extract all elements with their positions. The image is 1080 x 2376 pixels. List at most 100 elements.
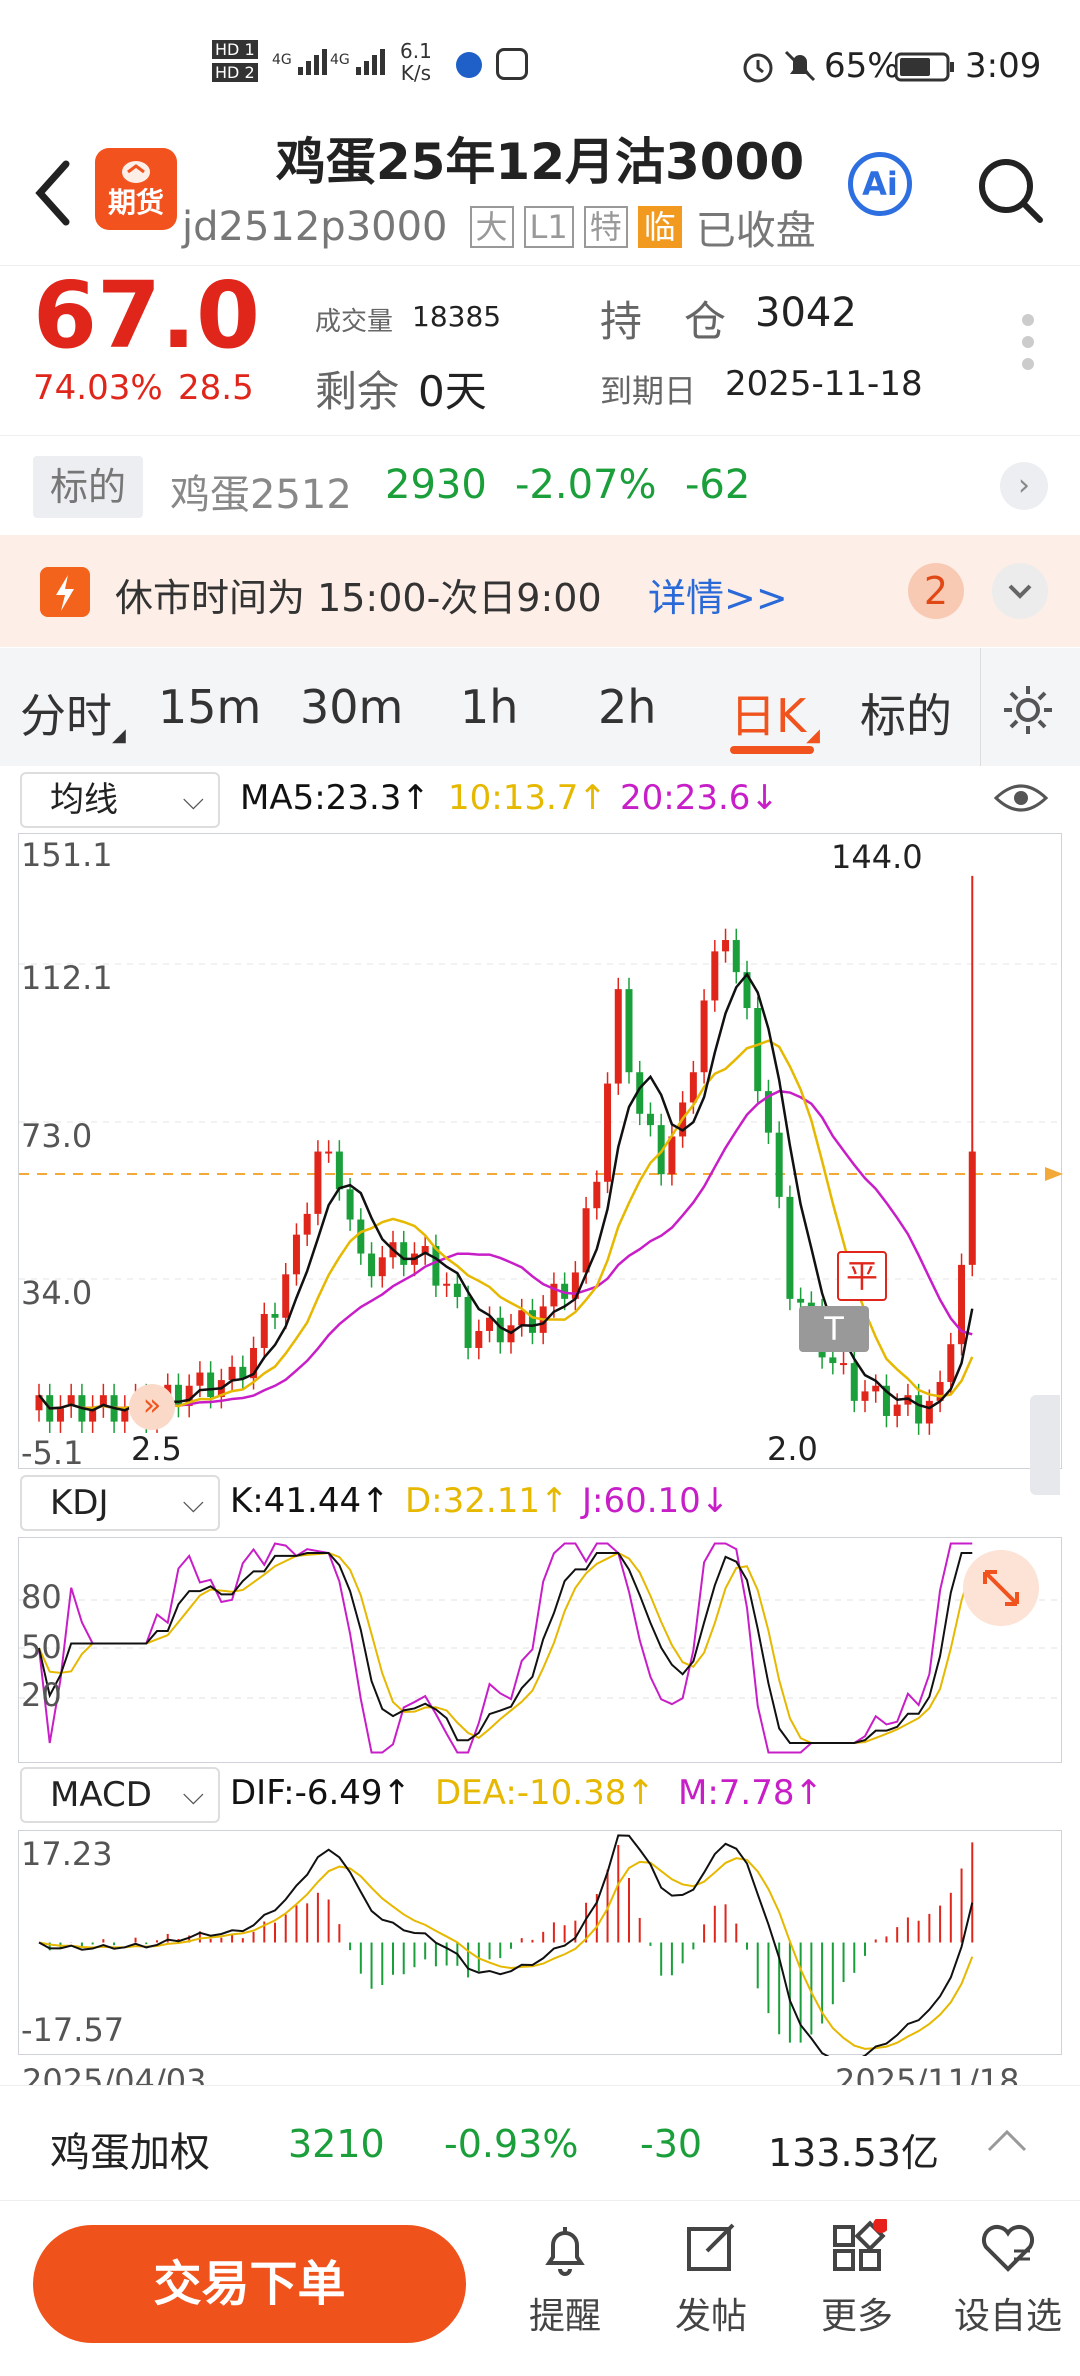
index-name: 鸡蛋加权 (50, 2130, 210, 2176)
notice-count-badge[interactable]: 2 (908, 563, 964, 619)
back-icon[interactable] (30, 158, 74, 228)
notice-text: 休市时间为 15:00-次日9:00 (115, 576, 602, 620)
candle-body (400, 1242, 408, 1265)
candle-body (303, 1213, 311, 1235)
alarm-icon (743, 53, 773, 83)
nav-watchlist[interactable]: 设自选 (948, 2219, 1068, 2339)
weighted-index-bar[interactable]: 鸡蛋加权 3210 -0.93% -30 133.53亿 (0, 2085, 1080, 2200)
tab-daily-k[interactable]: 日K◢ (730, 680, 820, 754)
macd-tick-label: 17.23 (21, 1835, 113, 1873)
candle-body (614, 989, 622, 1084)
gear-icon[interactable] (1000, 682, 1056, 738)
trade-order-button[interactable]: 交易下单 (33, 2225, 466, 2343)
high-price-label: 144.0 (831, 838, 923, 876)
chevron-right-icon[interactable]: › (1000, 462, 1048, 510)
macd-selector[interactable]: MACD ⌵ (20, 1767, 220, 1823)
tab-1h[interactable]: 1h (460, 680, 518, 734)
kdj-k-value: K:41.44↑ (230, 1481, 390, 1521)
nav-post[interactable]: 发帖 (656, 2219, 766, 2339)
kline-chart[interactable] (19, 834, 1063, 1470)
signal-2: 4G (330, 45, 392, 75)
nav-remind[interactable]: 提醒 (510, 2219, 620, 2339)
index-price: 3210 (288, 2122, 385, 2166)
flat-position-marker[interactable]: 平 (837, 1251, 887, 1301)
candle-body (947, 1344, 955, 1382)
double-chevron-icon[interactable]: » (129, 1384, 175, 1430)
ai-assistant-button[interactable]: Ai (848, 152, 912, 216)
candle-body (915, 1395, 923, 1424)
candle-body (464, 1296, 472, 1348)
candle-body (850, 1363, 858, 1401)
chevron-down-icon[interactable] (992, 563, 1048, 619)
ma5-value: MA5:23.3↑ (240, 778, 430, 818)
candle-body (368, 1253, 376, 1277)
y-tick-label: 112.1 (21, 959, 113, 997)
ai-label: Ai (862, 165, 898, 203)
candle-body (378, 1257, 386, 1277)
tab-2h[interactable]: 2h (598, 680, 656, 734)
candle-body (840, 1363, 848, 1366)
tag-level1: L1 (523, 206, 574, 248)
macd-dea-value: DEA:-10.38↑ (435, 1773, 655, 1813)
candle-body (271, 1313, 279, 1318)
kdj-selector[interactable]: KDJ ⌵ (20, 1475, 220, 1531)
kdj-selector-label: KDJ (50, 1483, 109, 1523)
kline-chart-panel[interactable]: 151.1 112.1 73.0 34.0 -5.1 144.0 2.5 2.0… (18, 833, 1063, 1472)
clock: 3:09 (965, 46, 1042, 86)
active-tab-underline (730, 746, 814, 754)
candle-body (797, 1298, 805, 1303)
signal-1: 4G (272, 45, 334, 75)
macd-m-value: M:7.78↑ (678, 1773, 823, 1813)
candle-body (228, 1366, 236, 1381)
kdj-tick-label: 20 (21, 1676, 62, 1714)
ma-selector-label: 均线 (50, 780, 118, 820)
change-amount: 28.5 (178, 368, 254, 408)
macd-chart-panel[interactable]: 17.23 -17.57 (18, 1830, 1063, 2062)
t-marker[interactable]: T (799, 1306, 869, 1352)
expiry-label: 到期日 (600, 372, 697, 410)
kdj-tick-label: 50 (21, 1628, 62, 1666)
candle-body (443, 1283, 451, 1286)
macd-selector-label: MACD (50, 1775, 152, 1815)
ma-selector[interactable]: 均线 ⌵ (20, 772, 220, 828)
volume-value: 18385 (412, 300, 502, 333)
tab-15m[interactable]: 15m (158, 680, 261, 734)
kdj-chart-panel[interactable]: 80 50 20 (18, 1537, 1063, 1764)
candle-body (346, 1189, 354, 1220)
tab-30m[interactable]: 30m (300, 680, 403, 734)
mute-bell-icon (784, 50, 816, 82)
tab-underlying[interactable]: 标的 (860, 680, 952, 746)
more-dots-icon[interactable] (1022, 314, 1036, 370)
chevron-up-icon[interactable] (985, 2126, 1029, 2156)
candle-body (260, 1313, 268, 1348)
expand-icon[interactable] (963, 1550, 1039, 1626)
eye-icon[interactable] (992, 778, 1050, 818)
compose-icon (687, 2223, 735, 2271)
notice-details-link[interactable]: 详情>> (648, 567, 788, 622)
open-interest-label: 持 仓 (600, 297, 727, 346)
candle-body (496, 1317, 504, 1343)
network-type-1: 4G (272, 52, 292, 68)
underlying-name: 鸡蛋2512 (170, 472, 352, 518)
sim-indicator: HD 1 HD 2 (212, 40, 258, 82)
underlying-row[interactable]: 标的 鸡蛋2512 2930 -2.07% -62 › (0, 435, 1080, 535)
index-change: -30 (640, 2122, 703, 2166)
candle-body (786, 1196, 794, 1299)
nav-more[interactable]: 更多 (802, 2219, 912, 2339)
ma10-value: 10:13.7↑ (448, 778, 607, 818)
macd-chart[interactable] (19, 1831, 1063, 2062)
lightning-icon (40, 567, 90, 617)
tab-intraday[interactable]: 分时◢ (20, 680, 126, 746)
battery-percent: 65% (824, 46, 900, 86)
candle-body (325, 1151, 333, 1154)
net-speed-unit: K/s (400, 61, 432, 85)
candle-body (475, 1330, 483, 1348)
candle-body (689, 1072, 697, 1103)
bell-icon (545, 2227, 585, 2276)
search-icon[interactable] (976, 156, 1046, 226)
candle-body (528, 1310, 536, 1333)
kdj-chart[interactable] (19, 1538, 1063, 1764)
low-price-label: 2.0 (767, 1430, 818, 1468)
nav-watchlist-label: 设自选 (953, 2296, 1062, 2337)
candle-body (292, 1234, 300, 1275)
